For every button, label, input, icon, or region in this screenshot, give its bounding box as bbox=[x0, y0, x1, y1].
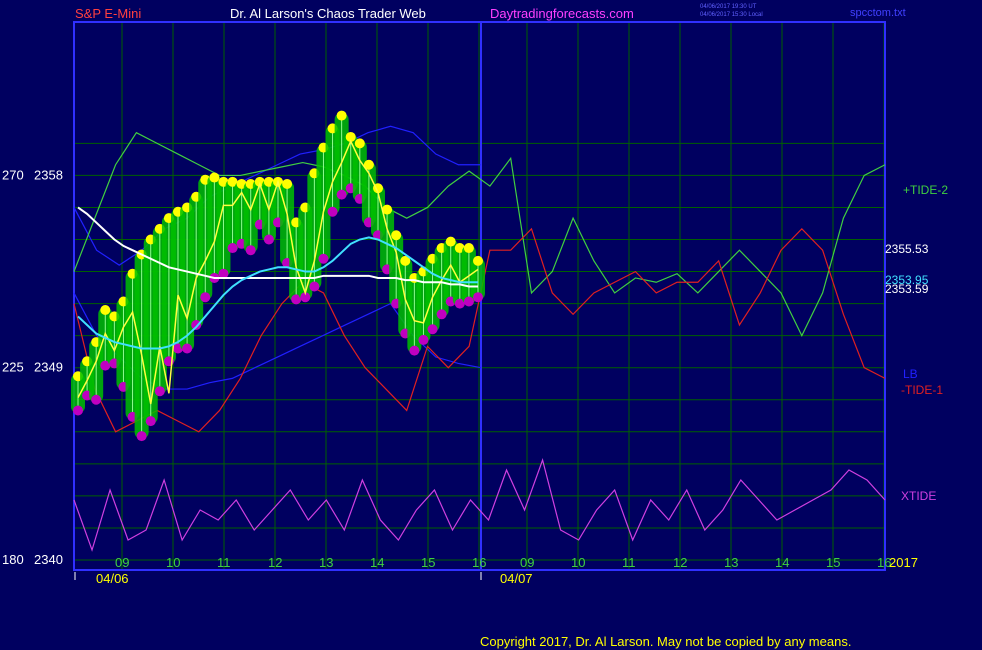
time-tick-label: 12 bbox=[673, 555, 687, 570]
copyright-text: Copyright 2017, Dr. Al Larson. May not b… bbox=[480, 634, 851, 649]
price-readout-label: 2355.53 bbox=[885, 242, 929, 256]
time-tick-label: 11 bbox=[622, 555, 636, 570]
time-tick-label: 12 bbox=[268, 555, 282, 570]
low-dot bbox=[418, 334, 429, 345]
high-dot bbox=[100, 305, 111, 316]
price-axis-right-label: 2358 bbox=[34, 167, 63, 182]
price-axis-left-label: 270 bbox=[2, 167, 24, 182]
time-tick-label: 14 bbox=[370, 555, 384, 570]
series-label: LB bbox=[903, 367, 918, 381]
time-tick-label: 10 bbox=[571, 555, 585, 570]
time-tick-label: 13 bbox=[724, 555, 738, 570]
price-readout-label: 2353.59 bbox=[885, 282, 929, 296]
time-tick-label: 13 bbox=[319, 555, 333, 570]
time-tick-label: 11 bbox=[217, 555, 231, 570]
low-dot bbox=[427, 324, 438, 335]
low-dot bbox=[145, 416, 156, 427]
low-dot bbox=[91, 394, 102, 405]
site-title: Dr. Al Larson's Chaos Trader Web bbox=[230, 6, 426, 21]
time-tick-label: 10 bbox=[166, 555, 180, 570]
low-dot bbox=[154, 386, 165, 397]
low-dot bbox=[182, 343, 193, 354]
time-tick-label: 14 bbox=[775, 555, 789, 570]
time-tick-label: 09 bbox=[115, 555, 129, 570]
low-dot bbox=[336, 189, 347, 200]
instrument-title: S&P E-Mini bbox=[75, 6, 141, 21]
high-dot bbox=[336, 110, 347, 121]
date-label-day1: 04/06 bbox=[96, 571, 129, 586]
high-dot bbox=[463, 243, 474, 254]
date-label-day2: 04/07 bbox=[500, 571, 533, 586]
chaos-trader-chart: S&P E-Mini Dr. Al Larson's Chaos Trader … bbox=[0, 0, 982, 650]
time-tick-label: 09 bbox=[520, 555, 534, 570]
high-dot bbox=[354, 138, 365, 149]
site-url[interactable]: Daytradingforecasts.com bbox=[490, 6, 634, 21]
high-dot bbox=[473, 255, 483, 266]
low-dot bbox=[309, 281, 320, 292]
year-label: 2017 bbox=[889, 555, 918, 570]
filename-label: spcctom.txt bbox=[850, 7, 906, 19]
price-axis-left-label: 225 bbox=[2, 360, 24, 375]
time-tick-label: 16 bbox=[472, 555, 486, 570]
low-dot bbox=[73, 405, 83, 416]
high-dot bbox=[445, 236, 456, 247]
series-label: +TIDE-2 bbox=[903, 183, 948, 197]
low-dot bbox=[263, 234, 274, 245]
low-dot bbox=[245, 245, 256, 256]
low-dot bbox=[318, 253, 329, 264]
price-axis-left-label: 180 bbox=[2, 552, 24, 567]
high-dot bbox=[209, 172, 220, 183]
timestamp-ut: 04/06/2017 19:30 UT bbox=[700, 4, 757, 10]
price-axis-right-label: 2340 bbox=[34, 552, 63, 567]
series-label: -TIDE-1 bbox=[901, 383, 943, 397]
low-dot bbox=[136, 431, 147, 442]
high-dot bbox=[391, 230, 402, 241]
high-dot bbox=[282, 178, 293, 189]
low-dot bbox=[227, 243, 238, 254]
low-dot bbox=[473, 292, 483, 303]
low-dot bbox=[200, 292, 211, 303]
low-dot bbox=[463, 296, 474, 307]
low-dot bbox=[436, 309, 447, 320]
timestamp-local: 04/06/2017 15:30 Local bbox=[700, 12, 763, 18]
price-axis-right-label: 2349 bbox=[34, 360, 63, 375]
low-dot bbox=[327, 206, 338, 217]
time-tick-label: 15 bbox=[421, 555, 435, 570]
time-tick-label: 15 bbox=[826, 555, 840, 570]
low-dot bbox=[409, 345, 420, 356]
series-label: XTIDE bbox=[901, 489, 936, 503]
